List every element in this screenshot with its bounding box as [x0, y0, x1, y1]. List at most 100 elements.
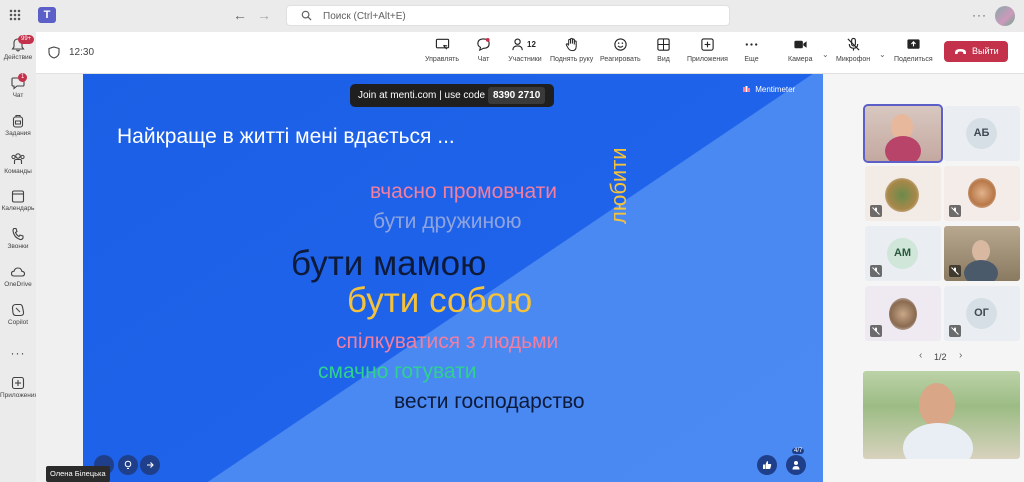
camera-label: Камера — [788, 56, 813, 63]
rail-label: Чат — [12, 92, 24, 99]
word-cloud-item: вести господарство — [394, 390, 585, 413]
participant-initials: АМ — [887, 238, 918, 269]
rail-item-calendar[interactable]: Календарь — [0, 189, 36, 223]
participant-tile[interactable]: АМ — [865, 226, 941, 281]
more-dots-icon: ··· — [10, 346, 26, 360]
word-cloud-item-vertical: любити — [606, 147, 631, 224]
participant-tile[interactable] — [865, 166, 941, 221]
chat-bubble-icon — [477, 37, 490, 52]
share-label: Поделиться — [894, 56, 933, 63]
mentimeter-logo-icon — [743, 86, 750, 92]
apps-button[interactable]: Приложения — [687, 37, 728, 63]
rail-item-assignments[interactable]: Задания — [0, 114, 36, 148]
mic-off-icon — [872, 207, 880, 215]
mic-label: Микрофон — [836, 56, 871, 63]
more-button[interactable]: Еще — [744, 37, 759, 63]
rail-item-activity[interactable]: 99+ Действие — [0, 35, 36, 72]
react-button[interactable]: Реагировать — [600, 37, 641, 63]
rail-label: Команды — [4, 168, 32, 175]
person-icon — [792, 461, 800, 470]
more-options-icon[interactable]: ··· — [972, 8, 987, 22]
leave-label: Выйти — [972, 46, 999, 56]
participant-tile[interactable] — [863, 104, 943, 163]
self-video-face — [919, 383, 955, 427]
hang-up-icon — [955, 49, 966, 54]
rail-label: Copilot — [7, 319, 29, 326]
cloud-icon — [10, 267, 26, 277]
mentimeter-brand: Mentimeter — [743, 85, 795, 94]
participants-count: 12 — [527, 40, 536, 49]
self-video-preview[interactable] — [863, 371, 1020, 459]
reactions-button[interactable] — [757, 455, 777, 475]
gallery-page-indicator: 1/2 — [934, 352, 947, 362]
muted-indicator — [949, 205, 961, 217]
share-screen-icon — [907, 39, 920, 49]
participant-tile[interactable]: АБ — [944, 106, 1020, 161]
share-button[interactable]: Поделиться — [894, 37, 933, 63]
participant-tile[interactable] — [944, 226, 1020, 281]
previous-page-chevron-icon[interactable]: ‹ — [919, 350, 922, 361]
raise-hand-button[interactable]: Поднять руку — [550, 37, 593, 63]
search-input[interactable] — [323, 8, 713, 24]
word-cloud-item: бути дружиною — [373, 210, 522, 233]
join-instruction: Join at menti.com | use code — [358, 90, 486, 101]
add-apps-icon — [11, 376, 25, 390]
back-arrow-icon[interactable]: ← — [233, 7, 247, 23]
muted-indicator — [870, 205, 882, 217]
self-video-body — [903, 423, 973, 459]
next-page-chevron-icon[interactable]: › — [959, 350, 962, 361]
smiley-icon — [614, 38, 627, 51]
hint-button[interactable] — [118, 455, 138, 475]
backpack-icon — [12, 114, 24, 128]
rail-item-calls[interactable]: Звонки — [0, 227, 36, 261]
participant-video — [964, 260, 998, 281]
leave-button[interactable]: Выйти — [944, 41, 1008, 62]
rail-item-copilot[interactable]: Copilot — [0, 303, 36, 337]
mic-options-chevron-down-icon[interactable]: ⌄ — [879, 50, 886, 59]
participant-tile[interactable] — [865, 286, 941, 341]
chat-button[interactable]: Чат — [476, 37, 491, 63]
shield-icon — [48, 46, 60, 59]
camera-options-chevron-down-icon[interactable]: ⌄ — [822, 50, 829, 59]
rail-item-onedrive[interactable]: OneDrive — [0, 265, 36, 299]
search-box[interactable] — [286, 5, 730, 26]
word-cloud-item: спілкуватися з людьми — [336, 330, 559, 353]
responses-count: 4/7 — [792, 448, 805, 454]
people-icon — [512, 38, 523, 51]
camera-icon — [794, 40, 807, 49]
copilot-icon — [11, 303, 25, 317]
teams-logo-icon: T — [38, 7, 56, 23]
manage-label: Управлять — [425, 56, 459, 63]
participants-button[interactable]: 12 Участники — [505, 37, 545, 63]
user-avatar[interactable] — [995, 6, 1015, 26]
participant-video — [885, 136, 921, 161]
word-cloud-item: вчасно промовчати — [370, 180, 558, 203]
participant-tile[interactable]: ОГ — [944, 286, 1020, 341]
rail-item-chat[interactable]: 1 Чат — [0, 73, 36, 110]
rail-item-teams[interactable]: Команды — [0, 152, 36, 186]
participant-avatar — [885, 178, 919, 212]
next-slide-button[interactable] — [140, 455, 160, 475]
participant-initials: ОГ — [966, 298, 997, 329]
mic-off-icon — [846, 37, 860, 51]
question-title: Найкраще в житті мені вдається ... — [117, 125, 455, 148]
rail-item-apps[interactable]: Приложения — [0, 376, 36, 410]
camera-button[interactable]: Камера — [788, 37, 812, 63]
teams-icon — [11, 153, 25, 164]
mic-button[interactable]: Микрофон — [836, 37, 870, 63]
meeting-toolbar: 12:30 Управлять Чат 12 Участники Поднять… — [36, 32, 1024, 74]
participant-tile[interactable] — [944, 166, 1020, 221]
rail-label: OneDrive — [4, 281, 32, 288]
view-button[interactable]: Вид — [656, 37, 671, 63]
audience-button[interactable] — [786, 455, 806, 475]
activity-badge: 99+ — [18, 35, 35, 44]
forward-arrow-icon[interactable]: → — [257, 7, 271, 23]
muted-indicator — [949, 325, 961, 337]
rail-more-apps[interactable]: ··· — [0, 344, 36, 360]
manage-button[interactable]: Управлять — [425, 37, 459, 63]
hand-icon — [565, 37, 577, 52]
search-icon — [301, 10, 312, 21]
word-cloud-item: смачно готувати — [318, 360, 477, 383]
app-launcher-icon[interactable] — [9, 9, 21, 21]
shared-presentation: Join at menti.com | use code 8390 2710 M… — [83, 74, 823, 482]
